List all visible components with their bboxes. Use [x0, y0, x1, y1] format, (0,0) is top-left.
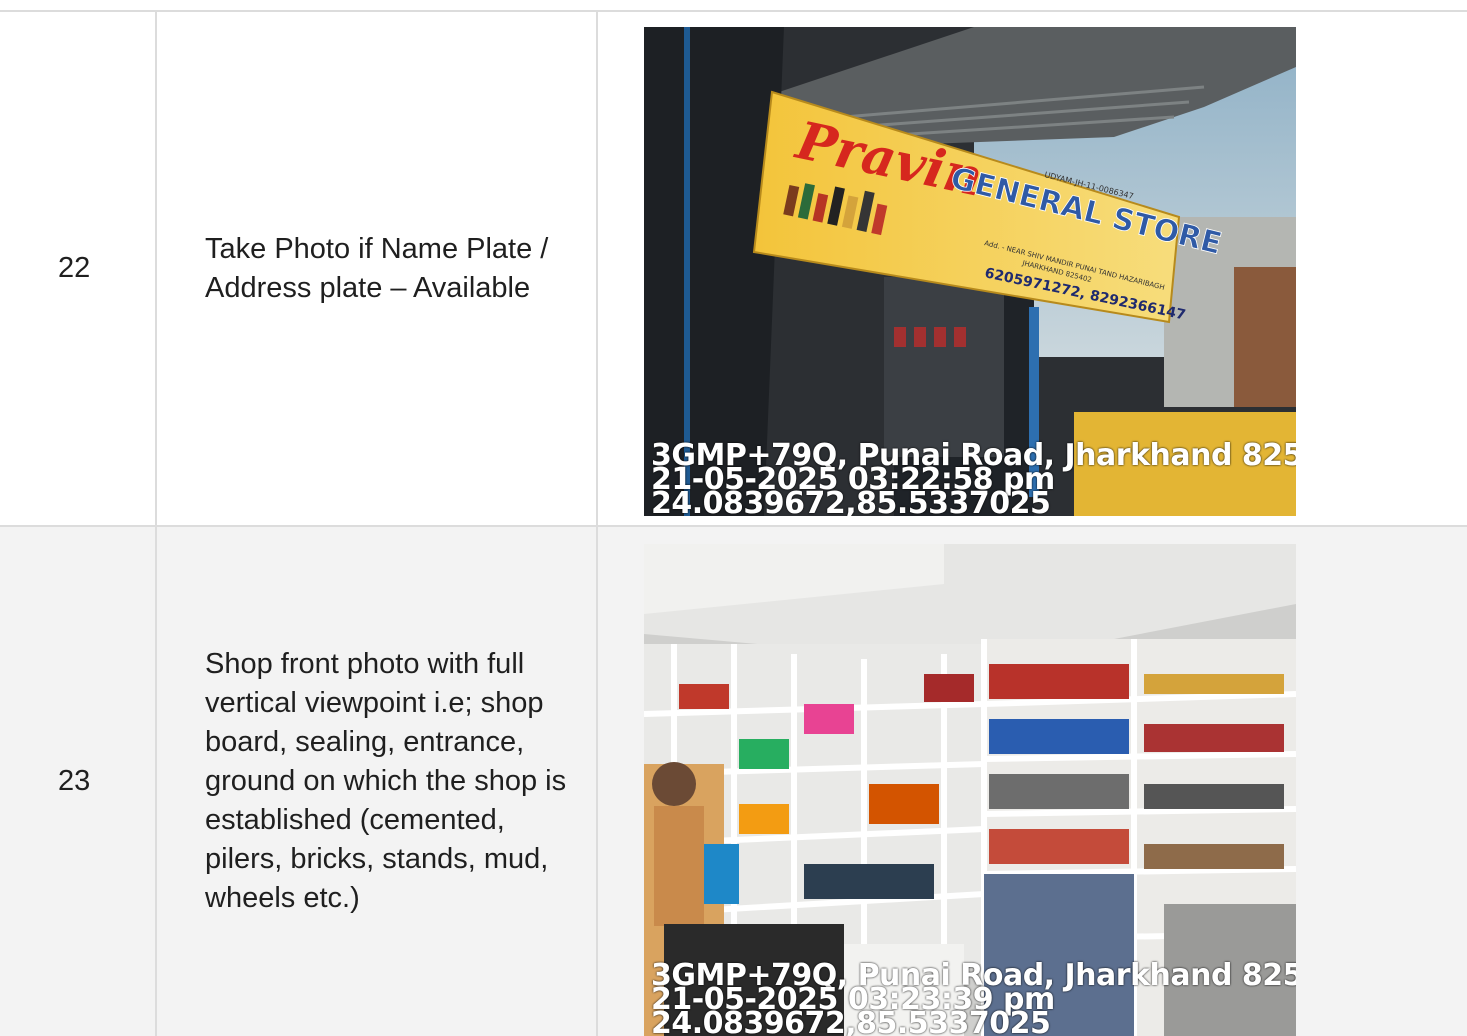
- photo-geo-stamp: 3GMP+79Q, Punai Road, Jharkhand 825313, …: [651, 961, 1296, 1036]
- stamp-coordinates: 24.0839672,85.5337025: [651, 1006, 1051, 1036]
- row-number: 22: [0, 12, 157, 525]
- stamp-coordinates: 24.0839672,85.5337025: [651, 486, 1051, 517]
- table-row: 22 Take Photo if Name Plate / Address pl…: [0, 12, 1467, 527]
- row-description: Take Photo if Name Plate / Address plate…: [157, 12, 598, 525]
- shop-interior-photo: 3GMP+79Q, Punai Road, Jharkhand 825313, …: [644, 544, 1296, 1036]
- document-table: 22 Take Photo if Name Plate / Address pl…: [0, 10, 1467, 1036]
- photo-cell: Pravin GENERAL STORE UDYAM-JH-11-0086347…: [598, 12, 1467, 525]
- shop-name-plate-photo: Pravin GENERAL STORE UDYAM-JH-11-0086347…: [644, 27, 1296, 516]
- photo-cell: 3GMP+79Q, Punai Road, Jharkhand 825313, …: [598, 527, 1467, 1036]
- row-description: Shop front photo with full vertical view…: [157, 527, 598, 1036]
- table-row: 23 Shop front photo with full vertical v…: [0, 527, 1467, 1036]
- row-number: 23: [0, 527, 157, 1036]
- photo-geo-stamp: 3GMP+79Q, Punai Road, Jharkhand 825313, …: [651, 441, 1296, 517]
